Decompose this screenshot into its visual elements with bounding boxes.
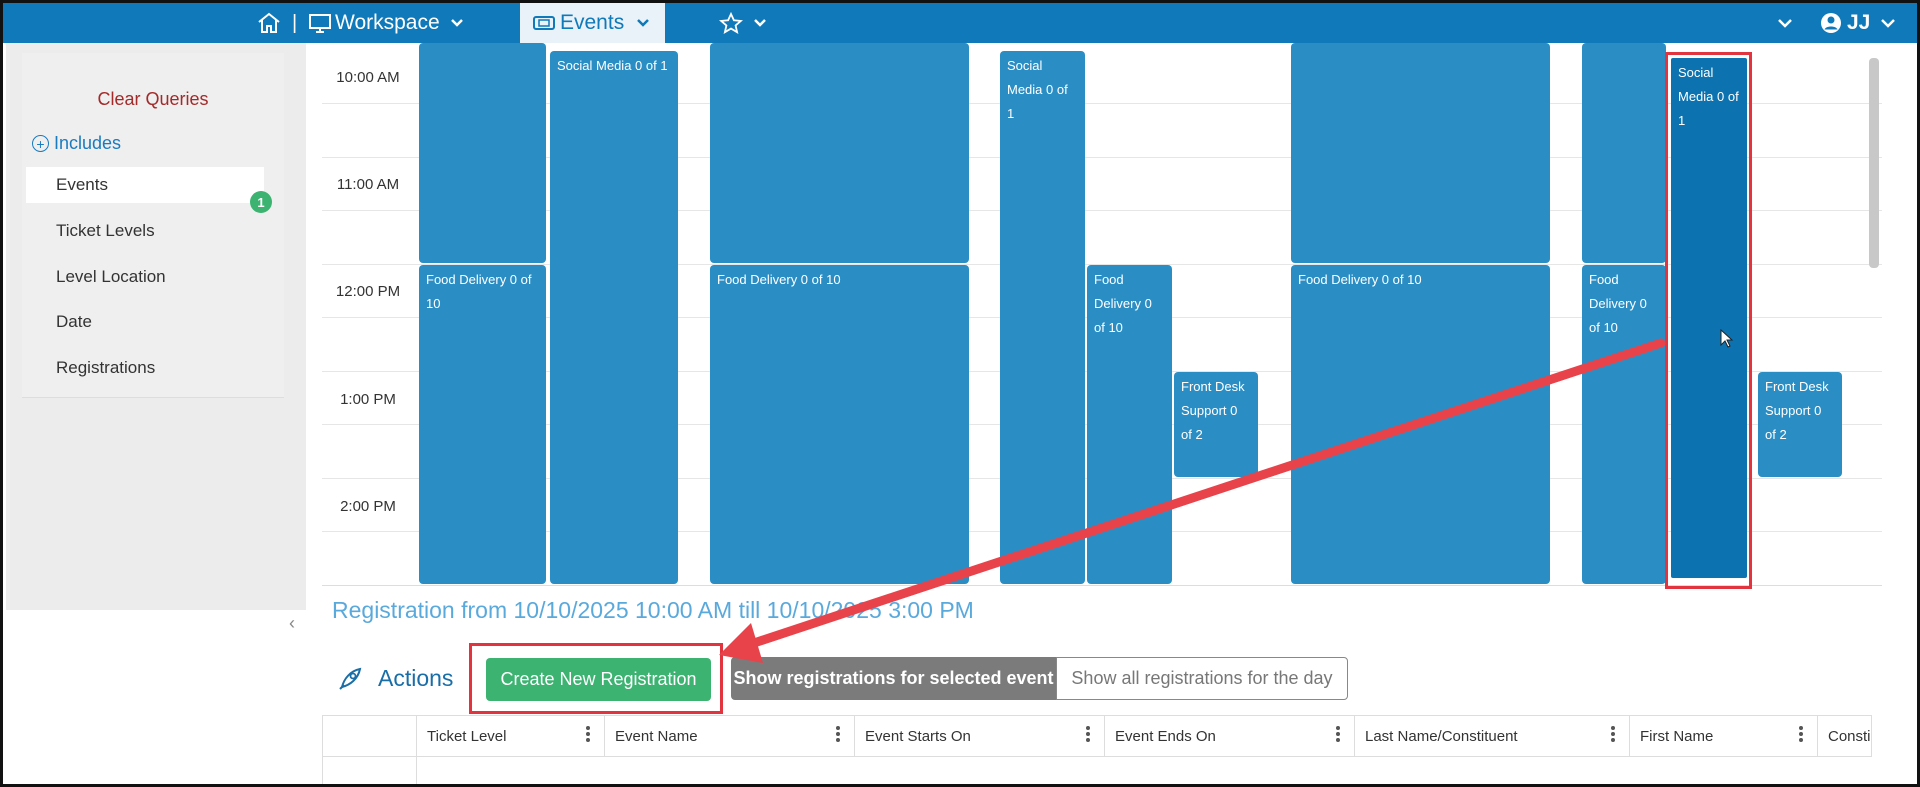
column-title: Event Ends On [1115, 727, 1216, 745]
actions-heading: Actions [378, 665, 454, 691]
sidebar-item-date[interactable]: Date [26, 304, 264, 340]
plus-circle-icon: + [32, 135, 49, 152]
events-label: Events [560, 11, 625, 34]
column-header[interactable]: Last Name/Constituent [1354, 716, 1629, 756]
time-label: 11:00 AM [336, 176, 400, 193]
calendar-event[interactable]: Front Desk Support 0 of 2 [1174, 372, 1258, 477]
column-title: Event Starts On [865, 727, 971, 745]
calendar-event[interactable]: Food Delivery 0 of 10 [1087, 265, 1172, 584]
show-selected-event-registrations-toggle[interactable]: Show registrations for selected event [731, 657, 1056, 700]
clear-queries-link[interactable]: Clear Queries [22, 89, 284, 110]
column-header[interactable]: Consti [1817, 716, 1871, 756]
calendar-event[interactable]: Food Delivery 0 of 10 [1582, 265, 1666, 584]
includes-label: Includes [54, 133, 122, 153]
ticket-icon [533, 16, 555, 30]
column-title: Last Name/Constituent [1365, 727, 1518, 745]
time-label: 10:00 AM [336, 69, 400, 86]
chevron-down-icon [637, 19, 650, 27]
calendar-scrollbar[interactable] [1869, 58, 1879, 268]
user-menu[interactable]: JJ [1820, 3, 1896, 43]
selected-event-highlight [1665, 52, 1752, 589]
sidebar-item-registrations[interactable]: Registrations [26, 350, 264, 386]
calendar-event[interactable] [1582, 43, 1666, 263]
favorites-menu[interactable] [719, 3, 767, 43]
calendar-event[interactable]: Food Delivery 0 of 10 [1291, 265, 1550, 584]
chevron-left-icon[interactable]: ‹ [289, 613, 295, 634]
time-label: 1:00 PM [340, 391, 396, 408]
calendar-event[interactable]: Social Media 0 of 1 [550, 51, 678, 584]
sidebar-item-level-location[interactable]: Level Location [26, 259, 264, 295]
workspace-menu[interactable]: Workspace [308, 3, 464, 43]
registrations-table-header: Ticket Level Event Name Event Starts On … [322, 715, 1872, 757]
column-header[interactable]: First Name [1629, 716, 1817, 756]
chevron-down-icon [1881, 18, 1896, 28]
includes-toggle[interactable]: + Includes [32, 133, 121, 154]
chevron-down-icon [1778, 18, 1792, 28]
kebab-menu-icon[interactable] [836, 726, 840, 744]
chevron-down-icon [754, 19, 766, 27]
calendar-event[interactable]: Food Delivery 0 of 10 [419, 265, 546, 584]
sidebar-item-events[interactable]: Events [26, 167, 264, 203]
kebab-menu-icon[interactable] [1336, 726, 1340, 744]
registrations-table-body [322, 757, 1872, 784]
top-navigation-bar: | Workspace Events JJ [3, 3, 1917, 43]
chevron-down-icon [450, 19, 463, 27]
rocket-icon [339, 667, 362, 690]
mouse-cursor-icon [1720, 329, 1734, 348]
time-label: 2:00 PM [340, 498, 396, 515]
registration-title: Registration from 10/10/2025 10:00 AM ti… [332, 597, 974, 623]
star-icon [719, 12, 743, 34]
calendar-event[interactable]: Food Delivery 0 of 10 [710, 265, 969, 584]
column-header[interactable]: Ticket Level [416, 716, 604, 756]
show-all-day-registrations-toggle[interactable]: Show all registrations for the day [1056, 657, 1348, 700]
nav-separator: | [292, 11, 298, 34]
kebab-menu-icon[interactable] [1611, 726, 1615, 744]
column-title: Event Name [615, 727, 698, 745]
kebab-menu-icon[interactable] [1086, 726, 1090, 744]
monitor-icon [309, 14, 331, 33]
more-menu[interactable] [1777, 3, 1793, 43]
calendar-event[interactable] [1291, 43, 1550, 263]
calendar-event[interactable] [710, 43, 969, 263]
calendar-event[interactable] [419, 43, 546, 263]
home-icon [258, 12, 280, 33]
column-title: Ticket Level [427, 727, 507, 745]
user-avatar-icon [1821, 13, 1841, 33]
events-menu[interactable]: Events [520, 3, 665, 43]
query-sidebar: Clear Queries + Includes Events Ticket L… [6, 43, 306, 610]
calendar-event[interactable]: Front Desk Support 0 of 2 [1758, 372, 1842, 477]
create-button-highlight [469, 643, 723, 714]
column-divider [416, 757, 417, 784]
column-title: Consti [1828, 727, 1871, 745]
home-button[interactable] [257, 3, 281, 43]
kebab-menu-icon[interactable] [1799, 726, 1803, 744]
calendar-event[interactable]: Social Media 0 of 1 [1000, 51, 1085, 584]
time-label: 12:00 PM [335, 283, 401, 300]
column-header[interactable]: Event Ends On [1104, 716, 1354, 756]
user-initials: JJ [1847, 11, 1871, 34]
sidebar-item-ticket-levels[interactable]: Ticket Levels [26, 213, 264, 249]
query-panel: Clear Queries + Includes Events Ticket L… [22, 53, 284, 398]
kebab-menu-icon[interactable] [586, 726, 590, 744]
app-window: | Workspace Events JJ Clear Queries + In… [0, 0, 1920, 787]
includes-count-badge: 1 [250, 191, 272, 213]
workspace-label: Workspace [335, 11, 440, 34]
column-title: First Name [1640, 727, 1714, 745]
column-header[interactable]: Event Starts On [854, 716, 1104, 756]
column-header[interactable]: Event Name [604, 716, 854, 756]
